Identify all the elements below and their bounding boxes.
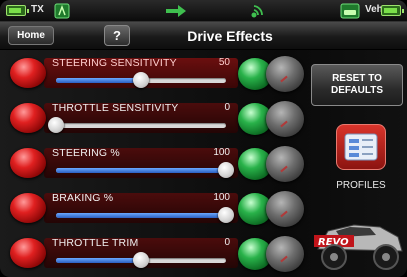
tx-label: TX	[31, 4, 44, 15]
reset-knob-button[interactable]	[266, 101, 304, 137]
tx-battery-icon	[6, 5, 29, 16]
reset-knob-button[interactable]	[266, 146, 304, 182]
slider-knob[interactable]	[218, 207, 234, 223]
slider-row: THROTTLE TRIM 0	[0, 230, 310, 274]
slider-fill	[56, 213, 226, 218]
reset-line-2: DEFAULTS	[330, 85, 384, 96]
slider-row: STEERING % 100	[0, 140, 310, 184]
decrease-button[interactable]	[10, 193, 46, 223]
profiles-button[interactable]	[336, 124, 386, 170]
slider-knob[interactable]	[48, 117, 64, 133]
link-arrows-icon	[166, 5, 186, 17]
slider-label: THROTTLE TRIM	[52, 237, 139, 249]
slider-knob[interactable]	[133, 72, 149, 88]
help-button[interactable]: ?	[104, 25, 130, 46]
reset-defaults-button[interactable]: RESET TO DEFAULTS	[311, 64, 403, 106]
slider-track[interactable]	[56, 162, 234, 178]
reset-defaults-label: RESET TO DEFAULTS	[331, 73, 383, 97]
slider-track[interactable]	[56, 207, 234, 223]
reset-knob-button[interactable]	[266, 191, 304, 227]
slider-knob[interactable]	[218, 162, 234, 178]
slider-row: THROTTLE SENSITIVITY 0	[0, 95, 310, 139]
vehicle-image: REVO	[314, 224, 403, 270]
decrease-button[interactable]	[10, 238, 46, 268]
drive-effects-panel: STEERING SENSITIVITY 50 THROTTLE SENSITI…	[0, 50, 407, 277]
slider-label: STEERING %	[52, 147, 120, 159]
slider-fill	[56, 258, 141, 263]
slider-track[interactable]	[56, 252, 226, 268]
profiles-icon	[344, 133, 378, 161]
slider-value: 0	[224, 102, 230, 113]
status-bar: TX Veh	[0, 0, 407, 22]
slider-row: STEERING SENSITIVITY 50	[0, 50, 310, 94]
veh-battery-level	[384, 8, 397, 13]
profiles-label: PROFILES	[336, 180, 386, 191]
slider-row: BRAKING % 100	[0, 185, 310, 229]
title-bar: Home ? Drive Effects	[0, 22, 407, 50]
reset-knob-button[interactable]	[266, 56, 304, 92]
slider-track[interactable]	[56, 72, 226, 88]
signal-icon	[251, 5, 263, 18]
decrease-button[interactable]	[10, 103, 46, 133]
slider-value: 100	[213, 192, 230, 203]
home-button[interactable]: Home	[8, 26, 54, 45]
page-title: Drive Effects	[187, 28, 273, 44]
slider-value: 100	[213, 147, 230, 158]
reset-knob-button[interactable]	[266, 236, 304, 272]
tx-battery-level	[9, 8, 21, 13]
slider-value: 50	[218, 57, 230, 68]
decrease-button[interactable]	[10, 148, 46, 178]
slider-label: STEERING SENSITIVITY	[52, 57, 177, 69]
slider-label: BRAKING %	[52, 192, 114, 204]
app-screen: TX Veh Home ? Drive Effects STEERING SEN…	[0, 0, 407, 277]
slider-label: THROTTLE SENSITIVITY	[52, 102, 179, 114]
slider-knob[interactable]	[133, 252, 149, 268]
slider-value: 0	[224, 237, 230, 248]
transmitter-icon	[54, 3, 70, 19]
slider-fill	[56, 168, 226, 173]
slider-fill	[56, 78, 141, 83]
reset-line-1: RESET TO	[332, 73, 382, 84]
slider-track[interactable]	[48, 117, 226, 133]
decrease-button[interactable]	[10, 58, 46, 88]
vehicle-icon	[340, 3, 360, 19]
veh-battery-icon	[381, 5, 404, 16]
